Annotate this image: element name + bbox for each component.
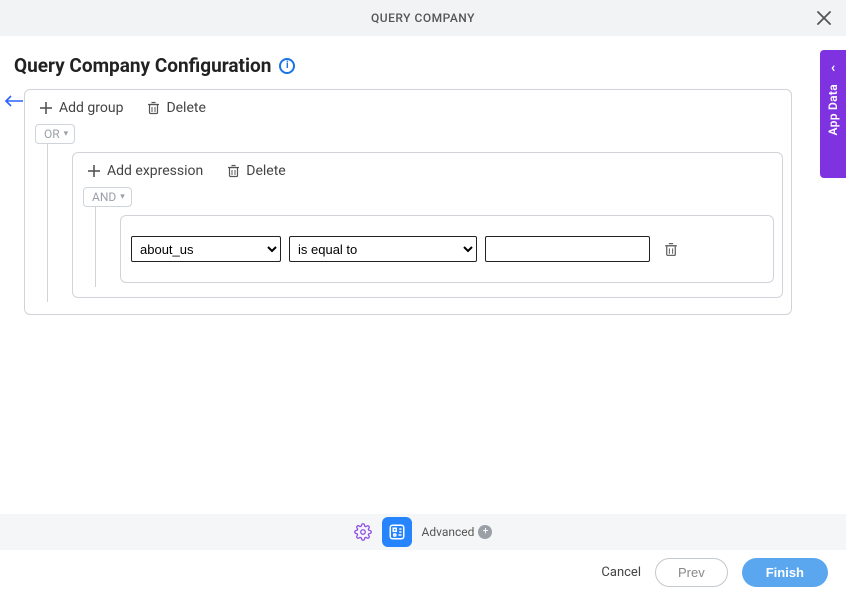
gear-icon[interactable] [354, 523, 372, 541]
page-title: Query Company Configuration [14, 54, 271, 77]
add-expression-button[interactable]: Add expression [87, 163, 203, 179]
tree-branch: Add expression Delete AND ▾ [47, 144, 791, 302]
delete-expression-group-label: Delete [246, 163, 285, 179]
trash-icon [227, 164, 240, 178]
advanced-label: Advanced [422, 525, 475, 539]
logic-label: OR [44, 127, 60, 141]
app-data-side-tab[interactable]: ‹ App Data [820, 50, 846, 178]
info-icon[interactable]: i [279, 58, 295, 74]
back-arrow-icon[interactable] [4, 95, 24, 107]
modal-title: QUERY COMPANY [371, 11, 475, 25]
outer-toolbar: Add group Delete [31, 94, 791, 124]
query-mode-icon[interactable] [382, 517, 412, 547]
side-tab-label: App Data [826, 84, 840, 135]
outer-logic-select[interactable]: OR ▾ [35, 124, 75, 144]
expression-row: about_us is equal to [120, 215, 774, 283]
delete-expression-group-button[interactable]: Delete [227, 163, 285, 179]
modal-header: QUERY COMPANY [0, 0, 846, 36]
field-select[interactable]: about_us [131, 236, 281, 262]
prev-button[interactable]: Prev [655, 558, 728, 587]
logic-label: AND [92, 190, 116, 204]
title-row: Query Company Configuration i [0, 36, 846, 85]
plus-icon [39, 101, 53, 115]
operator-select[interactable]: is equal to [289, 236, 477, 262]
bottom-toolbar: Advanced + [0, 514, 846, 550]
inner-logic-select[interactable]: AND ▾ [83, 187, 132, 207]
query-builder-panel: Add group Delete OR ▾ Add expression [24, 89, 792, 315]
advanced-toggle[interactable]: Advanced + [422, 525, 493, 539]
chevron-down-icon: ▾ [120, 192, 125, 202]
add-expression-label: Add expression [107, 163, 203, 179]
add-group-button[interactable]: Add group [39, 100, 123, 116]
trash-icon [147, 101, 160, 115]
finish-button[interactable]: Finish [742, 558, 828, 587]
cancel-button[interactable]: Cancel [601, 565, 641, 580]
plus-icon [87, 164, 101, 178]
delete-expression-icon[interactable] [664, 242, 678, 257]
outer-tree: Add expression Delete AND ▾ [31, 144, 791, 302]
chevron-left-icon: ‹ [831, 60, 835, 76]
plus-circle-icon: + [478, 525, 492, 539]
inner-tree: about_us is equal to [79, 207, 782, 287]
inner-group-panel: Add expression Delete AND ▾ [72, 152, 783, 298]
add-group-label: Add group [59, 100, 123, 116]
chevron-down-icon: ▾ [64, 129, 69, 139]
delete-group-label: Delete [166, 100, 205, 116]
value-input[interactable] [485, 236, 650, 262]
tree-branch: about_us is equal to [95, 207, 782, 287]
inner-toolbar: Add expression Delete [79, 157, 782, 187]
footer-actions: Cancel Prev Finish [0, 550, 846, 595]
delete-group-button[interactable]: Delete [147, 100, 205, 116]
close-icon[interactable] [814, 8, 834, 28]
